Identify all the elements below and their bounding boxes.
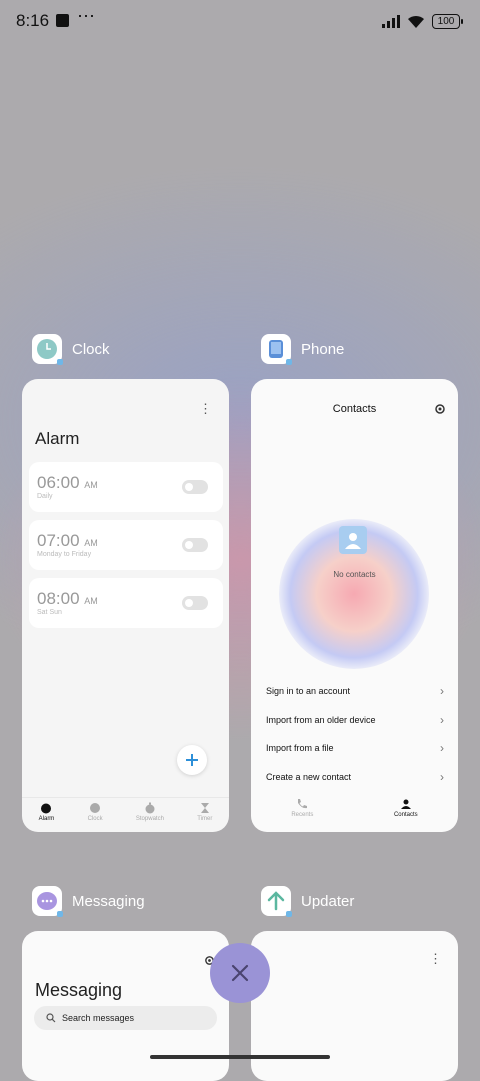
messaging-app-name: Messaging [72, 892, 145, 910]
alarm-title: Alarm [35, 429, 80, 448]
updater-app-header[interactable]: Updater [261, 886, 355, 917]
clock-app-name: Clock [72, 340, 110, 358]
person-icon [400, 799, 411, 809]
settings-icon[interactable] [434, 403, 446, 415]
home-indicator[interactable] [150, 1055, 330, 1059]
sign-in-row[interactable]: Sign in to an account [266, 686, 446, 696]
alarm-toggle[interactable] [182, 538, 208, 552]
close-icon [231, 964, 249, 982]
clock-app-icon [32, 334, 63, 365]
alarm-period: AM [84, 596, 98, 606]
alarm-item[interactable]: 06:00 AM Daily [29, 462, 223, 512]
alarm-time: 07:00 [37, 531, 80, 550]
search-icon [46, 1013, 56, 1023]
messaging-app-header[interactable]: Messaging [32, 886, 145, 917]
notification-icon [56, 14, 69, 27]
phone-app-icon [261, 334, 292, 365]
clock-app-header[interactable]: Clock [32, 334, 110, 365]
chevron-right-icon: › [440, 741, 444, 755]
tab-label: Contacts [393, 812, 418, 818]
updater-more-icon[interactable]: ⋮ [429, 951, 442, 967]
messaging-app-icon [32, 886, 63, 917]
import-file-row[interactable]: Import from a file [266, 743, 446, 753]
more-notifications-icon: ⋯ [77, 6, 96, 26]
status-bar: 8:16 ⋯ 100 [0, 0, 480, 44]
clock-tab-bar: Alarm Clock Stopwatch Timer [22, 797, 229, 832]
add-alarm-button[interactable] [177, 745, 207, 775]
clear-all-button[interactable] [210, 943, 270, 1003]
alarm-repeat: Sat Sun [37, 609, 62, 616]
stopwatch-icon [145, 802, 155, 814]
tab-label: Recents [291, 812, 314, 818]
alarm-time: 08:00 [37, 589, 80, 608]
phone-app-name: Phone [301, 340, 345, 358]
alarm-period: AM [84, 538, 98, 548]
import-older-device-row[interactable]: Import from an older device [266, 715, 446, 725]
clock-more-icon[interactable]: ⋮ [199, 401, 212, 417]
phone-app-card[interactable]: Contacts No contacts Sign in to an accou… [251, 379, 458, 832]
status-time: 8:16 [16, 11, 50, 30]
alarm-toggle[interactable] [182, 480, 208, 494]
phone-app-header[interactable]: Phone [261, 334, 345, 365]
messaging-title: Messaging [35, 980, 123, 1000]
alarm-item[interactable]: 08:00 AM Sat Sun [29, 578, 223, 628]
alarm-toggle[interactable] [182, 596, 208, 610]
tab-label: Timer [197, 816, 213, 822]
clock-app-card[interactable]: ⋮ Alarm 06:00 AM Daily 07:00 AM Monday t… [22, 379, 229, 832]
chevron-right-icon: › [440, 684, 444, 698]
search-input[interactable]: Search messages [34, 1006, 217, 1030]
hourglass-icon [200, 803, 209, 813]
search-placeholder: Search messages [62, 1013, 135, 1023]
tab-alarm[interactable]: Alarm [38, 798, 55, 832]
phone-tab-bar: Recents Contacts [251, 794, 458, 832]
tab-stopwatch[interactable]: Stopwatch [136, 798, 164, 832]
contacts-title: Contacts [332, 403, 377, 415]
tab-contacts[interactable]: Contacts [394, 794, 418, 832]
wifi-icon [408, 15, 424, 28]
signal-icon [382, 14, 400, 28]
tab-clock[interactable]: Clock [88, 798, 103, 832]
alarm-item[interactable]: 07:00 AM Monday to Friday [29, 520, 223, 570]
alarm-icon [41, 803, 52, 814]
tab-label: Alarm [38, 816, 55, 822]
tab-timer[interactable]: Timer [197, 798, 212, 832]
no-contacts-text: No contacts [333, 570, 376, 579]
alarm-period: AM [84, 480, 98, 490]
create-contact-row[interactable]: Create a new contact [266, 772, 446, 782]
updater-app-name: Updater [301, 892, 355, 910]
phone-icon [298, 799, 308, 809]
contact-icon [339, 526, 367, 554]
updater-app-icon [261, 886, 292, 917]
chevron-right-icon: › [440, 770, 444, 784]
tab-recents[interactable]: Recents [291, 794, 313, 832]
battery-icon: 100 [432, 13, 463, 29]
tab-label: Stopwatch [135, 816, 164, 822]
alarm-repeat: Daily [37, 493, 53, 500]
chevron-right-icon: › [440, 713, 444, 727]
plus-icon [186, 754, 198, 766]
clock-icon [90, 803, 101, 813]
tab-label: Clock [87, 816, 103, 822]
alarm-time: 06:00 [37, 473, 80, 492]
alarm-repeat: Monday to Friday [37, 551, 92, 558]
